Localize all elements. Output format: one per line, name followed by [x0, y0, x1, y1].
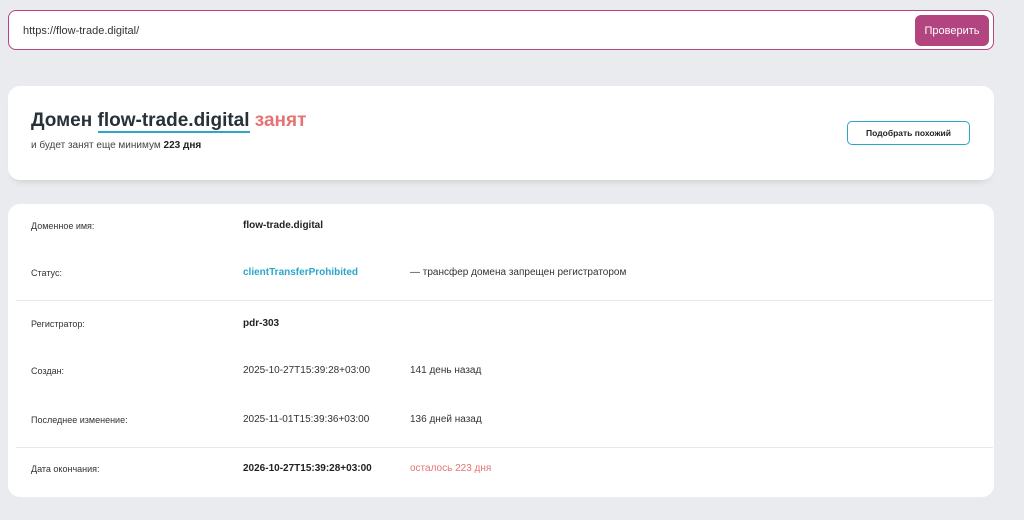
row-updated: Последнее изменение: 2025-11-01T15:39:36…: [8, 412, 994, 432]
row-extra: осталось 223 дня: [410, 463, 492, 474]
whois-info-card: Доменное имя: flow-trade.digital Статус:…: [8, 204, 994, 497]
row-created: Создан: 2025-10-27T15:39:28+03:00 141 де…: [8, 363, 994, 383]
row-value: 2026-10-27T15:39:28+03:00: [243, 463, 372, 474]
divider: [16, 300, 993, 301]
row-domain-name: Доменное имя: flow-trade.digital: [8, 218, 994, 238]
row-label: Статус:: [31, 268, 62, 278]
domain-link[interactable]: flow-trade.digital: [97, 110, 250, 133]
result-card: Домен flow-trade.digital занят и будет з…: [8, 86, 994, 180]
divider: [16, 447, 993, 448]
row-label: Дата окончания:: [31, 464, 100, 474]
row-label: Создан:: [31, 366, 65, 376]
row-value: flow-trade.digital: [243, 220, 323, 231]
subtitle-prefix: и будет занят еще минимум: [31, 140, 161, 151]
result-title: Домен flow-trade.digital занят: [31, 110, 307, 133]
result-prefix: Домен: [31, 110, 93, 131]
row-status: Статус: clientTransferProhibited — транс…: [8, 265, 994, 285]
row-label: Последнее изменение:: [31, 415, 128, 425]
row-extra: 136 дней назад: [410, 414, 482, 425]
status-taken-label: занят: [254, 110, 307, 131]
row-value: 2025-11-01T15:39:36+03:00: [243, 414, 370, 425]
row-label: Регистратор:: [31, 319, 85, 329]
days-remaining: 223 дня: [163, 140, 202, 151]
row-expires: Дата окончания: 2026-10-27T15:39:28+03:0…: [8, 461, 994, 481]
find-similar-button[interactable]: Подобрать похожий: [847, 121, 970, 145]
row-extra: 141 день назад: [410, 365, 482, 376]
row-label: Доменное имя:: [31, 221, 95, 231]
row-registrar: Регистратор: pdr-303: [8, 316, 994, 336]
result-subtitle: и будет занят еще минимум 223 дня: [31, 140, 201, 151]
domain-search-input[interactable]: [23, 19, 903, 43]
row-value: 2025-10-27T15:39:28+03:00: [243, 365, 371, 376]
search-bar: Проверить: [8, 10, 994, 50]
status-code-link[interactable]: clientTransferProhibited: [243, 267, 358, 278]
row-value: pdr-303: [243, 318, 280, 329]
check-button[interactable]: Проверить: [915, 15, 989, 46]
row-extra: — трансфер домена запрещен регистратором: [410, 267, 627, 278]
